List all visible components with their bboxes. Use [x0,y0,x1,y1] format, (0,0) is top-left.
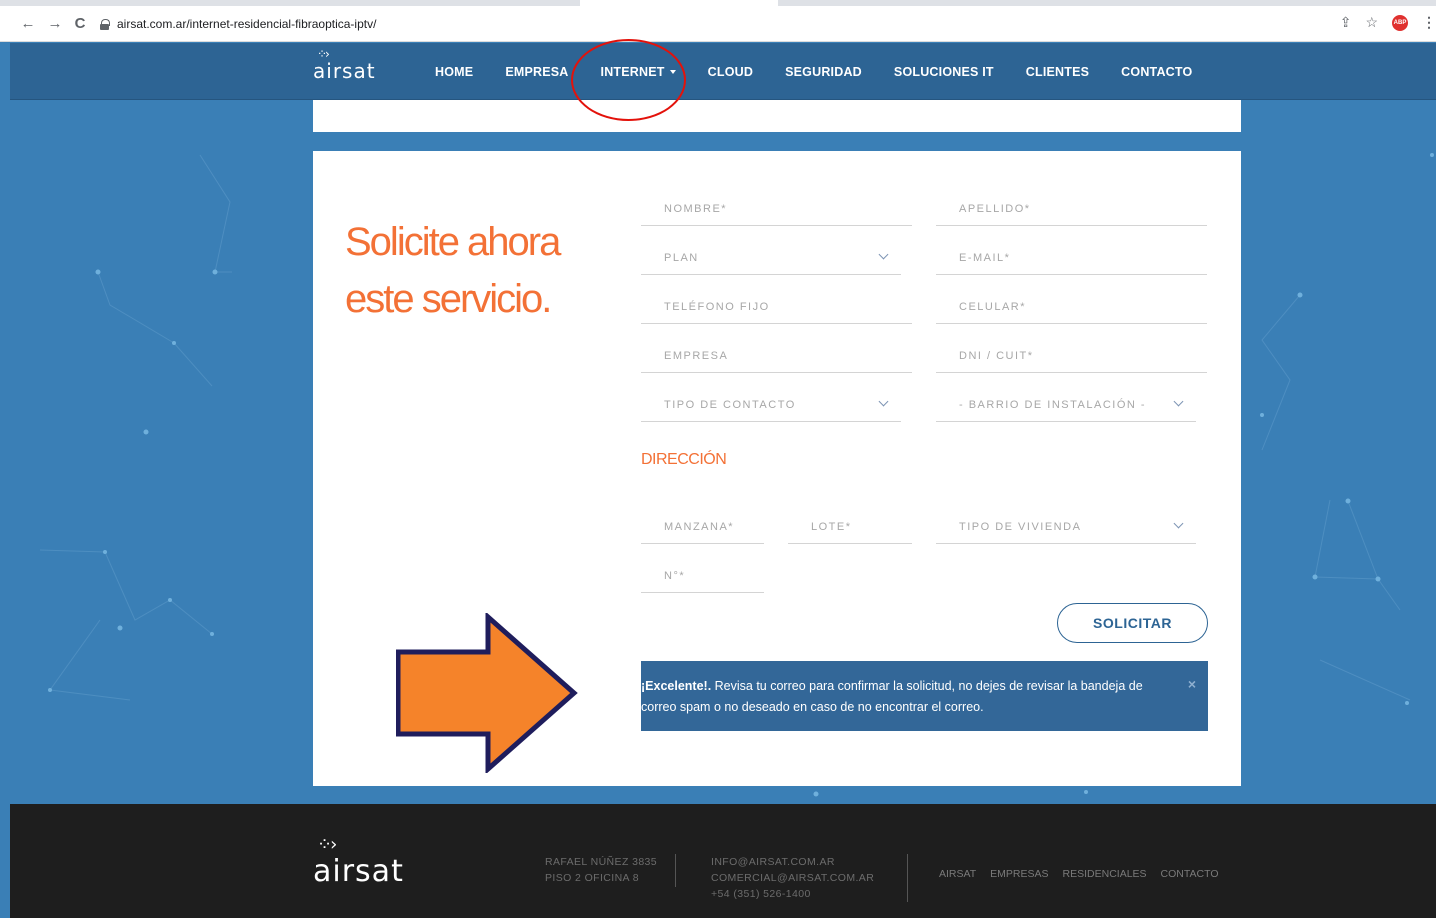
annotation-arrow-icon [396,613,578,773]
logo-text: airsat [313,59,376,83]
footer-link-residenciales[interactable]: RESIDENCIALES [1063,868,1147,880]
alert-message: Revisa tu correo para confirmar la solic… [641,679,1143,714]
annotation-ellipse [571,39,686,121]
url-text[interactable]: airsat.com.ar/internet-residencial-fibra… [117,17,376,31]
footer-link-contacto[interactable]: CONTACTO [1161,868,1219,880]
dni-cuit-field[interactable]: DNI / CUIT* [936,341,1207,373]
celular-field[interactable]: CELULAR* [936,292,1207,324]
footer-email-comercial[interactable]: COMERCIAL@AIRSAT.COM.AR [711,870,874,886]
main-menu: HOME EMPRESA INTERNET CLOUD SEGURIDAD SO… [435,43,1224,100]
plan-placeholder: PLAN [664,252,699,264]
logo-dots-icon: ⁘› [317,47,330,61]
footer-link-empresas[interactable]: EMPRESAS [990,868,1048,880]
telefono-placeholder: TELÉFONO FIJO [664,301,770,313]
manzana-field[interactable]: MANZANA* [641,512,764,544]
chevron-down-icon [1173,518,1184,529]
chevron-down-icon [878,249,889,260]
barrio-placeholder: - BARRIO DE INSTALACIÓN - [959,399,1147,411]
solicitar-button[interactable]: SOLICITAR [1057,603,1208,643]
footer-link-airsat[interactable]: AIRSAT [939,868,976,880]
celular-placeholder: CELULAR* [959,301,1027,313]
barrio-select[interactable]: - BARRIO DE INSTALACIÓN - [936,390,1196,422]
tipo-contacto-placeholder: TIPO DE CONTACTO [664,399,796,411]
alert-text: ¡Excelente!. Revisa tu correo para confi… [641,676,1156,718]
tipo-vivienda-select[interactable]: TIPO DE VIVIENDA [936,512,1196,544]
success-alert: ¡Excelente!. Revisa tu correo para confi… [641,661,1208,731]
share-icon[interactable]: ⇪ [1340,14,1352,31]
footer-logo[interactable]: ⁘› airsat [313,834,404,889]
browser-toolbar: ← → C airsat.com.ar/internet-residencial… [0,0,1436,42]
manzana-placeholder: MANZANA* [664,521,735,533]
adblock-icon[interactable]: ABP [1392,14,1408,31]
lote-placeholder: LOTE* [811,521,852,533]
reload-icon[interactable]: C [70,14,90,34]
alert-bold: ¡Excelente!. [641,679,712,693]
footer-phone[interactable]: +54 (351) 526-1400 [711,886,874,902]
footer-email-info[interactable]: INFO@AIRSAT.COM.AR [711,854,874,870]
apellido-placeholder: APELLIDO* [959,203,1031,215]
email-field[interactable]: E-MAIL* [936,243,1207,275]
browser-actions: ⇪ ☆ ABP ⋮ [1340,14,1436,31]
dni-placeholder: DNI / CUIT* [959,350,1034,362]
footer-logo-text: airsat [313,854,404,889]
empresa-placeholder: EMPRESA [664,350,729,362]
lock-icon [100,18,110,30]
close-icon[interactable]: × [1188,674,1196,695]
tipo-contacto-select[interactable]: TIPO DE CONTACTO [641,390,901,422]
direccion-heading: DIRECCIÓN [641,451,727,468]
chevron-down-icon [878,396,889,407]
address-line-2: PISO 2 OFICINA 8 [545,872,639,884]
logo-dots-icon: ⁘› [317,834,337,855]
back-icon[interactable]: ← [18,14,38,34]
site-footer: ⁘› airsat RAFAEL NÚÑEZ 3835 PISO 2 OFICI… [10,804,1436,918]
footer-links: AIRSAT EMPRESAS RESIDENCIALES CONTACTO [939,868,1219,880]
active-tab[interactable] [580,0,778,6]
address-bar[interactable]: airsat.com.ar/internet-residencial-fibra… [100,12,376,36]
headline-line-2: este servicio. [345,277,552,321]
site-header: ⁘› airsat HOME EMPRESA INTERNET CLOUD SE… [10,43,1436,100]
menu-cloud[interactable]: CLOUD [708,65,753,79]
nombre-placeholder: NOMBRE* [664,203,728,215]
apellido-field[interactable]: APELLIDO* [936,194,1207,226]
footer-divider [675,854,676,887]
nombre-field[interactable]: NOMBRE* [641,194,912,226]
empresa-field[interactable]: EMPRESA [641,341,912,373]
chevron-down-icon [1173,396,1184,407]
form-headline: Solicite ahora este servicio. [345,214,561,328]
menu-contacto[interactable]: CONTACTO [1121,65,1192,79]
telefono-field[interactable]: TELÉFONO FIJO [641,292,912,324]
footer-divider [907,854,908,902]
headline-line-1: Solicite ahora [345,220,561,264]
menu-soluciones-it[interactable]: SOLUCIONES IT [894,65,994,79]
plan-select[interactable]: PLAN [641,243,901,275]
numero-placeholder: N°* [664,570,686,582]
address-line-1: RAFAEL NÚÑEZ 3835 [545,856,658,868]
bookmark-star-icon[interactable]: ☆ [1365,14,1378,31]
menu-home[interactable]: HOME [435,65,473,79]
tab-strip [0,0,1436,6]
menu-empresa[interactable]: EMPRESA [505,65,568,79]
footer-contact: INFO@AIRSAT.COM.AR COMERCIAL@AIRSAT.COM.… [711,854,874,902]
email-placeholder: E-MAIL* [959,252,1011,264]
site-logo[interactable]: ⁘› airsat [313,47,376,83]
more-icon[interactable]: ⋮ [1422,14,1436,31]
lote-field[interactable]: LOTE* [788,512,912,544]
footer-address: RAFAEL NÚÑEZ 3835 PISO 2 OFICINA 8 [545,854,657,886]
numero-field[interactable]: N°* [641,561,764,593]
menu-clientes[interactable]: CLIENTES [1026,65,1089,79]
menu-seguridad[interactable]: SEGURIDAD [785,65,862,79]
forward-icon[interactable]: → [45,14,65,34]
previous-card [313,100,1241,132]
tipo-vivienda-placeholder: TIPO DE VIVIENDA [959,521,1082,533]
